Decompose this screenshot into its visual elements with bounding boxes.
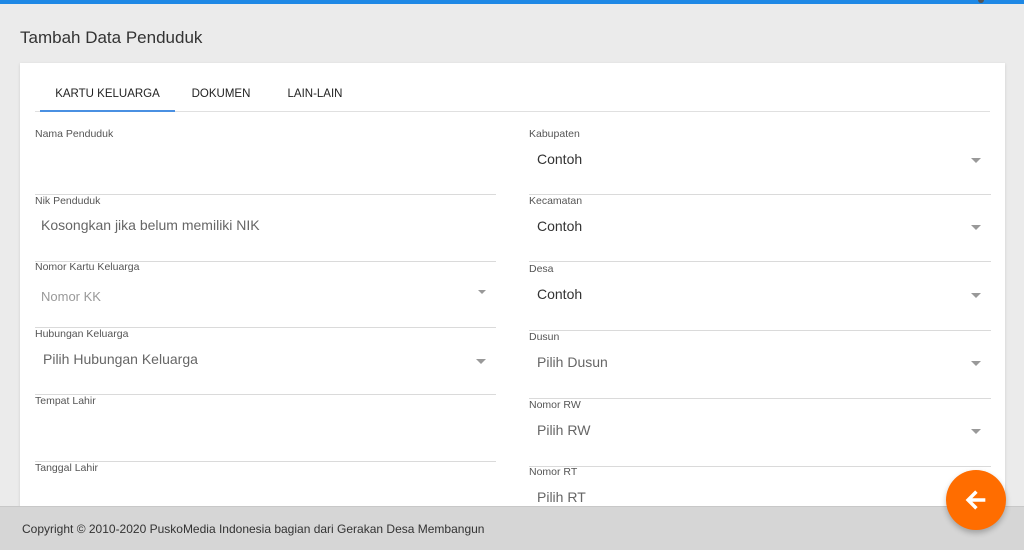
desa-field[interactable]: Desa Contoh: [529, 263, 991, 331]
dusun-field[interactable]: Dusun Pilih Dusun: [529, 331, 991, 399]
arrow-left-icon: [965, 490, 986, 510]
nomor-kk-select[interactable]: Nomor KK: [41, 289, 101, 304]
nomor-rw-select[interactable]: Pilih RW: [537, 422, 590, 438]
nomor-rt-label: Nomor RT: [529, 466, 578, 478]
chevron-down-icon: [971, 429, 981, 434]
nomor-kk-field[interactable]: Nomor Kartu Keluarga Nomor KK: [35, 261, 496, 328]
topbar-indicator: [978, 0, 984, 3]
desa-select[interactable]: Contoh: [537, 286, 582, 302]
nik-penduduk-input[interactable]: Kosongkan jika belum memiliki NIK: [41, 217, 260, 233]
tempat-lahir-label: Tempat Lahir: [35, 395, 96, 407]
desa-label: Desa: [529, 263, 554, 275]
kabupaten-field[interactable]: Kabupaten Contoh: [529, 128, 991, 195]
kabupaten-select[interactable]: Contoh: [537, 151, 582, 167]
tab-bar: KARTU KELUARGA DOKUMEN LAIN-LAIN: [35, 77, 990, 112]
footer: Copyright © 2010-2020 PuskoMedia Indones…: [0, 506, 1024, 550]
nik-penduduk-label: Nik Penduduk: [35, 195, 101, 207]
nomor-rt-select[interactable]: Pilih RT: [537, 489, 586, 505]
chevron-down-icon: [971, 158, 981, 163]
page-title: Tambah Data Penduduk: [20, 28, 203, 47]
hubungan-keluarga-select[interactable]: Pilih Hubungan Keluarga: [43, 351, 198, 367]
chevron-down-icon: [971, 361, 981, 366]
form-card: KARTU KELUARGA DOKUMEN LAIN-LAIN Nama Pe…: [20, 63, 1005, 523]
nama-penduduk-field[interactable]: Nama Penduduk: [35, 128, 496, 195]
copyright-text: Copyright © 2010-2020 PuskoMedia Indones…: [22, 522, 485, 536]
tanggal-lahir-label: Tanggal Lahir: [35, 462, 99, 474]
hubungan-keluarga-field[interactable]: Hubungan Keluarga Pilih Hubungan Keluarg…: [35, 328, 496, 395]
tempat-lahir-field[interactable]: Tempat Lahir: [35, 395, 496, 462]
chevron-down-icon: [476, 359, 486, 364]
top-bar: [0, 0, 1024, 4]
tab-lain-lain[interactable]: LAIN-LAIN: [275, 77, 355, 112]
nik-penduduk-field[interactable]: Nik Penduduk Kosongkan jika belum memili…: [35, 195, 496, 262]
tab-dokumen[interactable]: DOKUMEN: [183, 77, 259, 112]
back-button[interactable]: [946, 470, 1006, 530]
nomor-rw-label: Nomor RW: [529, 399, 581, 411]
kecamatan-select[interactable]: Contoh: [537, 218, 582, 234]
nama-penduduk-label: Nama Penduduk: [35, 128, 114, 140]
dusun-label: Dusun: [529, 331, 560, 343]
kecamatan-label: Kecamatan: [529, 195, 583, 207]
chevron-down-icon: [478, 290, 486, 294]
chevron-down-icon: [971, 293, 981, 298]
tab-kartu-keluarga[interactable]: KARTU KELUARGA: [40, 77, 175, 112]
dusun-select[interactable]: Pilih Dusun: [537, 354, 608, 370]
chevron-down-icon: [971, 225, 981, 230]
nomor-rw-field[interactable]: Nomor RW Pilih RW: [529, 399, 991, 467]
kabupaten-label: Kabupaten: [529, 128, 580, 140]
nomor-kk-label: Nomor Kartu Keluarga: [35, 261, 140, 273]
hubungan-keluarga-label: Hubungan Keluarga: [35, 328, 129, 340]
kecamatan-field[interactable]: Kecamatan Contoh: [529, 195, 991, 262]
